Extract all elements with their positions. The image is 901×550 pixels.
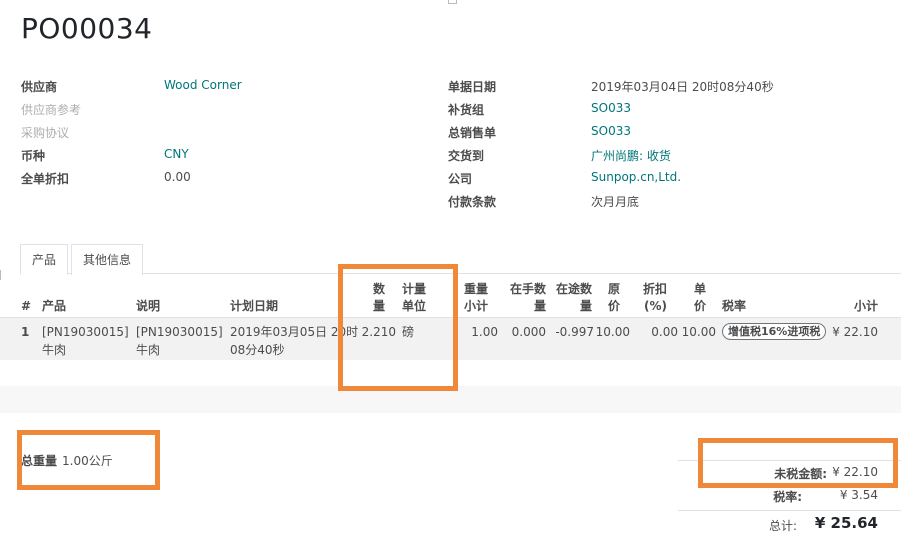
summary-top-divider <box>678 460 901 461</box>
sale-order-label: 总销售单 <box>448 126 497 140</box>
row-description-name[interactable]: 牛肉 <box>136 341 160 359</box>
payment-terms-value: 次月月底 <box>591 195 640 209</box>
page-title: PO00034 <box>21 12 153 45</box>
col-qty-header-line1[interactable]: 数 <box>365 281 385 298</box>
row-unit-price[interactable]: 10.00 <box>680 323 716 341</box>
row-planned-date-line2[interactable]: 08分40秒 <box>230 341 285 359</box>
left-edge-marker <box>0 270 3 280</box>
col-discount-header-line2[interactable]: (%) <box>635 298 667 315</box>
vendor-label: 供应商 <box>21 80 58 94</box>
row-product-code[interactable]: [PN19030015] <box>42 323 129 341</box>
col-in-transit-header-line2[interactable]: 量 <box>548 298 592 315</box>
payment-terms-label: 付款条款 <box>448 195 497 209</box>
total-amount-value: ¥ 25.64 <box>814 514 878 532</box>
global-discount-label: 全单折扣 <box>21 172 70 186</box>
company-label: 公司 <box>448 172 473 186</box>
col-subtotal-header[interactable]: 小计 <box>830 298 878 315</box>
col-discount-header-line1[interactable]: 折扣 <box>635 281 667 298</box>
order-date-value: 2019年03月04日 20时08分40秒 <box>591 80 774 94</box>
vendor-reference-label: 供应商参考 <box>21 103 82 117</box>
col-weight-header-line1[interactable]: 重量 <box>452 281 488 298</box>
col-price-header-line1[interactable]: 原 <box>596 281 620 298</box>
row-index: 1 <box>21 325 30 339</box>
tax-amount-label: 税率: <box>773 490 802 504</box>
global-discount-value: 0.00 <box>164 170 191 184</box>
procurement-group-link[interactable]: SO033 <box>591 101 631 115</box>
col-qty-header-line2[interactable]: 量 <box>365 298 385 315</box>
col-planned-date-header[interactable]: 计划日期 <box>230 298 278 315</box>
col-uom-header-line2[interactable]: 单位 <box>402 298 426 315</box>
row-weight: 1.00 <box>471 325 498 339</box>
currency-label: 币种 <box>21 149 46 163</box>
purchase-agreement-label: 采购协议 <box>21 126 70 140</box>
col-unit-price-header-line1[interactable]: 单 <box>684 281 706 298</box>
row-in-transit: -0.997 <box>555 325 594 339</box>
col-price-header-line2[interactable]: 价 <box>596 298 620 315</box>
procurement-group-label: 补货组 <box>448 103 485 117</box>
tax-amount-value: ¥ 3.54 <box>839 488 878 502</box>
order-date-label: 单据日期 <box>448 80 497 94</box>
tab-other-info[interactable]: 其他信息 <box>71 244 144 275</box>
sale-order-link[interactable]: SO033 <box>591 124 631 138</box>
total-amount-label: 总计: <box>768 519 797 533</box>
col-uom-header-line1[interactable]: 计量 <box>402 281 426 298</box>
top-marker <box>448 0 457 4</box>
col-tax-header[interactable]: 税率 <box>722 298 746 315</box>
row-planned-date-line1[interactable]: 2019年03月05日 20时 <box>230 323 358 341</box>
row-subtotal: ¥ 22.10 <box>832 325 878 339</box>
currency-link[interactable]: CNY <box>164 147 189 161</box>
row-price[interactable]: 10.00 <box>594 323 630 341</box>
company-link[interactable]: Sunpop.cn,Ltd. <box>591 170 681 184</box>
row-description-code[interactable]: [PN19030015] <box>136 323 223 341</box>
col-index-header: # <box>21 299 32 313</box>
table-footer-row <box>0 386 901 413</box>
col-in-transit-header-line1[interactable]: 在途数 <box>548 281 592 298</box>
col-weight-header-line2[interactable]: 小计 <box>452 298 488 315</box>
notebook-tabs: 产品 其他信息 <box>20 244 901 275</box>
vendor-link[interactable]: Wood Corner <box>164 78 242 92</box>
total-weight-value: 1.00公斤 <box>62 454 113 468</box>
total-weight-label: 总重量 <box>21 454 58 468</box>
col-description-header[interactable]: 说明 <box>136 298 160 315</box>
deliver-to-link[interactable]: 广州尚鹏: 收货 <box>591 147 671 164</box>
row-tax-tag[interactable]: 增值税16%进项税 <box>722 323 827 340</box>
col-product-header[interactable]: 产品 <box>42 298 66 315</box>
col-on-hand-header-line2[interactable]: 量 <box>500 298 546 315</box>
deliver-to-label: 交货到 <box>448 149 485 163</box>
tab-products[interactable]: 产品 <box>20 244 69 275</box>
row-discount[interactable]: 0.00 <box>636 323 678 341</box>
table-empty-row <box>0 360 901 386</box>
summary-total-divider <box>678 510 901 511</box>
row-on-hand: 0.000 <box>511 325 546 339</box>
untaxed-amount-value: ¥ 22.10 <box>832 465 878 479</box>
row-product-name[interactable]: 牛肉 <box>42 341 66 359</box>
untaxed-amount-label: 未税金额: <box>774 467 827 481</box>
row-qty[interactable]: 2.210 <box>356 323 396 341</box>
row-uom[interactable]: 磅 <box>402 323 414 341</box>
col-unit-price-header-line2[interactable]: 价 <box>684 298 706 315</box>
col-on-hand-header-line1[interactable]: 在手数 <box>500 281 546 298</box>
